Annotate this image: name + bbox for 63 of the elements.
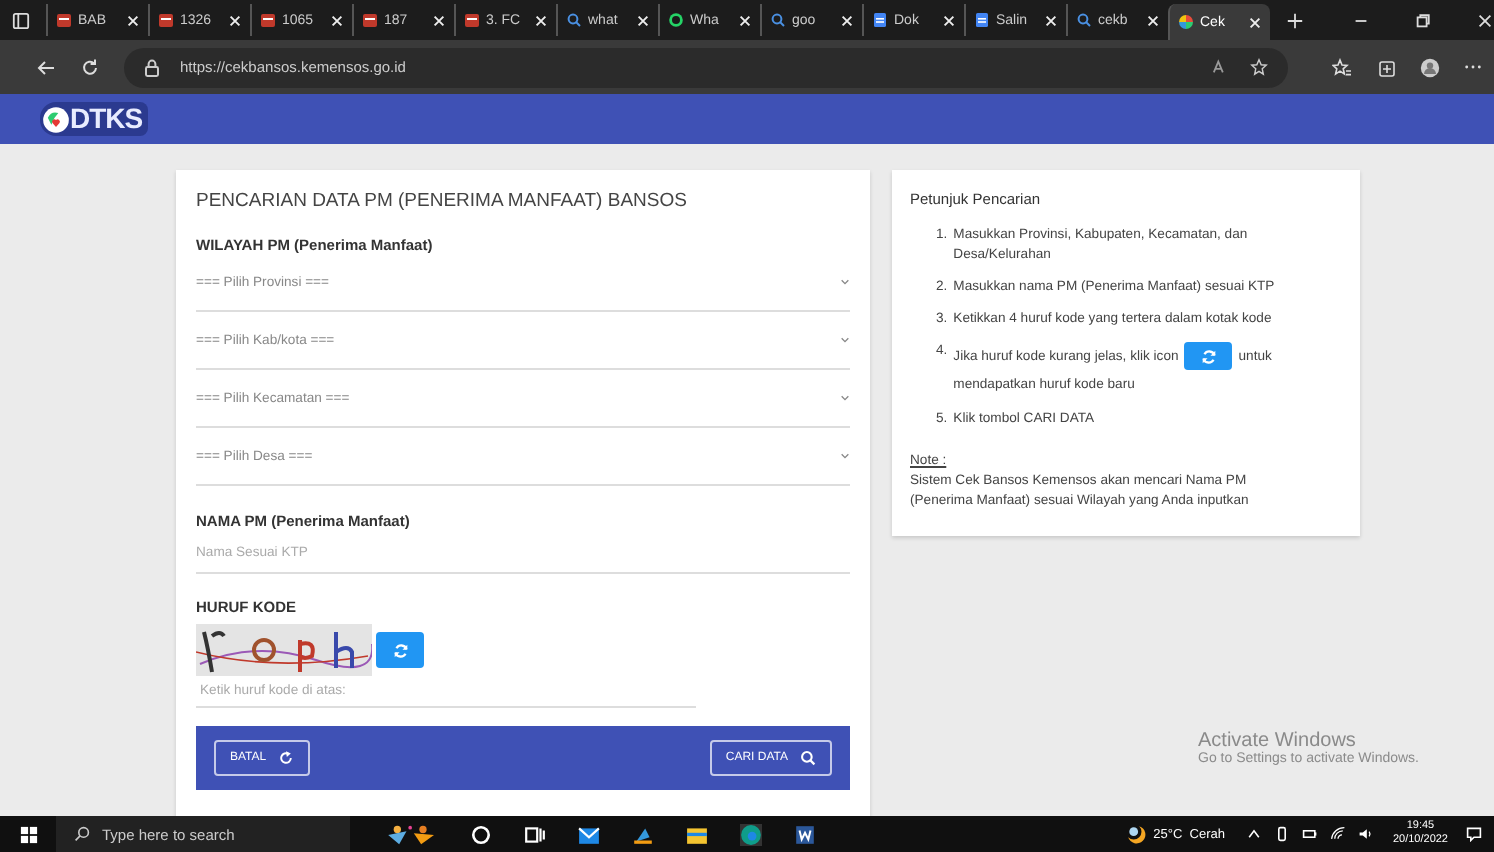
restore-icon[interactable] — [1414, 11, 1432, 29]
close-icon[interactable] — [534, 13, 548, 27]
close-icon[interactable] — [126, 13, 140, 27]
refresh-badge-icon — [1184, 342, 1233, 371]
search-icon — [74, 826, 90, 842]
site-logo[interactable]: DTKS — [40, 102, 149, 136]
tab-actions-icon[interactable] — [12, 11, 30, 29]
wifi-icon[interactable] — [1330, 826, 1347, 842]
notification-icon[interactable] — [1466, 826, 1482, 842]
refresh-icon — [391, 641, 409, 659]
circle-icon[interactable] — [470, 823, 492, 845]
document-icon — [158, 12, 174, 28]
mail-icon[interactable] — [578, 823, 600, 845]
battery-icon[interactable] — [1302, 826, 1319, 842]
close-icon[interactable] — [330, 13, 344, 27]
document-icon — [260, 12, 276, 28]
search-icon — [566, 12, 582, 28]
lock-icon — [144, 57, 160, 77]
app-icon[interactable] — [632, 823, 654, 845]
document-icon[interactable] — [794, 823, 816, 845]
close-icon[interactable] — [840, 13, 854, 27]
chevron-down-icon — [840, 336, 850, 344]
collections-icon[interactable] — [1376, 57, 1396, 77]
close-icon[interactable] — [1248, 15, 1262, 29]
favorites-icon[interactable] — [1332, 57, 1352, 77]
close-icon[interactable] — [1044, 13, 1058, 27]
chevron-up-icon[interactable] — [1246, 826, 1263, 842]
document-icon — [872, 12, 888, 28]
start-icon[interactable] — [20, 825, 38, 843]
device-icon[interactable] — [1274, 826, 1291, 842]
search-icon — [1076, 12, 1092, 28]
add-favorite-icon[interactable] — [1250, 58, 1268, 76]
refresh-icon[interactable] — [80, 57, 100, 77]
folder-icon[interactable] — [686, 823, 708, 845]
close-icon[interactable] — [1146, 13, 1160, 27]
task-view-icon[interactable] — [524, 823, 546, 845]
new-tab-icon[interactable] — [1286, 11, 1304, 29]
speaker-icon[interactable] — [1358, 826, 1375, 842]
close-icon[interactable] — [942, 13, 956, 27]
close-icon[interactable] — [228, 13, 242, 27]
chevron-down-icon — [840, 452, 850, 460]
document-icon — [362, 12, 378, 28]
chevron-down-icon — [840, 278, 850, 286]
back-arrow-icon[interactable] — [36, 57, 56, 77]
close-icon[interactable] — [1476, 11, 1494, 29]
site-icon — [1178, 14, 1194, 30]
document-icon — [56, 12, 72, 28]
weather-moon-icon[interactable] — [1125, 823, 1148, 845]
close-icon[interactable] — [738, 13, 752, 27]
chevron-down-icon — [840, 394, 850, 402]
refresh-captcha-button[interactable] — [376, 632, 424, 668]
activation-title: Activate Windows — [1198, 730, 1358, 752]
document-icon — [974, 12, 990, 28]
search-icon — [800, 750, 816, 766]
form-title: PENCARIAN DATA PM (PENERIMA MANFAAT) BANSOS — [196, 190, 689, 212]
search-icon — [770, 12, 786, 28]
close-icon[interactable] — [636, 13, 650, 27]
browser-icon[interactable] — [740, 823, 762, 845]
reset-icon — [278, 750, 295, 766]
chat-icon — [668, 12, 684, 28]
document-icon — [464, 12, 480, 28]
close-icon[interactable] — [432, 13, 446, 27]
profile-avatar-icon[interactable] — [1420, 57, 1440, 77]
